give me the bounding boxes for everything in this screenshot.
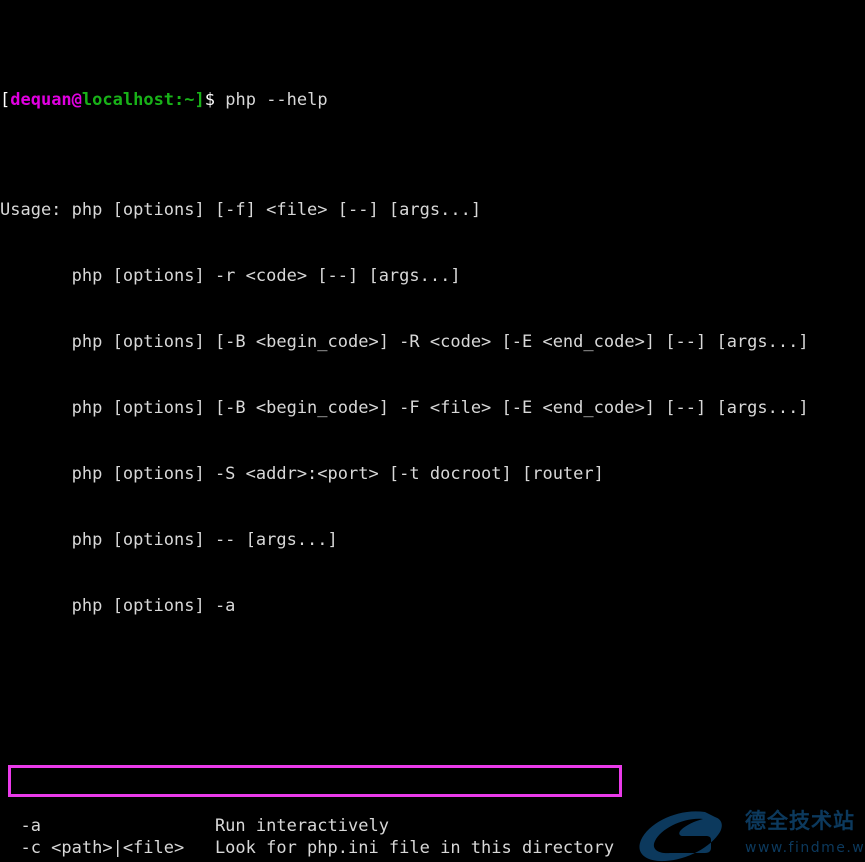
usage-synopsis: php [options] -S <addr>:<port> [-t docro… bbox=[71, 464, 604, 484]
options-list: -a Run interactively -c <path>|<file> Lo… bbox=[0, 815, 865, 862]
option-row: -a Run interactively bbox=[0, 815, 865, 837]
usage-line-2: php [options] [-B <begin_code>] -R <code… bbox=[0, 331, 865, 353]
usage-line-3: php [options] [-B <begin_code>] -F <file… bbox=[0, 397, 865, 419]
usage-indent bbox=[0, 266, 72, 286]
usage-indent bbox=[0, 530, 72, 550]
option-description: Look for php.ini file in this directory bbox=[214, 838, 615, 858]
terminal-window[interactable]: [dequan@localhost:~]$ php --help Usage: … bbox=[0, 0, 865, 862]
usage-synopsis: php [options] -r <code> [--] [args...] bbox=[71, 266, 461, 286]
usage-indent bbox=[0, 596, 72, 616]
usage-indent bbox=[0, 398, 72, 418]
option-row: -c <path>|<file> Look for php.ini file i… bbox=[0, 837, 865, 859]
usage-indent bbox=[0, 464, 72, 484]
prompt-sigil: $ bbox=[204, 90, 216, 110]
usage-synopsis: php [options] [-B <begin_code>] -R <code… bbox=[71, 332, 809, 352]
prompt-path: :~] bbox=[174, 90, 205, 110]
usage-synopsis: php [options] -- [args...] bbox=[71, 530, 338, 550]
option-flag: -a bbox=[0, 816, 215, 836]
usage-synopsis: php [options] [-B <begin_code>] -F <file… bbox=[71, 398, 809, 418]
prompt-hostname: localhost bbox=[81, 90, 175, 110]
usage-label: Usage: bbox=[0, 200, 72, 220]
option-flag: -c <path>|<file> bbox=[0, 838, 215, 858]
usage-line-1: php [options] -r <code> [--] [args...] bbox=[0, 265, 865, 287]
usage-line-6: php [options] -a bbox=[0, 595, 865, 617]
usage-synopsis: php [options] [-f] <file> [--] [args...] bbox=[71, 200, 482, 220]
shell-prompt-line: [dequan@localhost:~]$ php --help bbox=[0, 89, 865, 111]
usage-line-0: Usage: php [options] [-f] <file> [--] [a… bbox=[0, 199, 865, 221]
prompt-at-symbol: @ bbox=[71, 90, 82, 110]
usage-indent bbox=[0, 332, 72, 352]
usage-synopsis: php [options] -a bbox=[71, 596, 236, 616]
command-text: php --help bbox=[215, 90, 328, 110]
terminal-screen: [dequan@localhost:~]$ php --help Usage: … bbox=[0, 1, 865, 862]
usage-line-4: php [options] -S <addr>:<port> [-t docro… bbox=[0, 463, 865, 485]
usage-line-5: php [options] -- [args...] bbox=[0, 529, 865, 551]
prompt-bracket-open: [ bbox=[0, 90, 11, 110]
prompt-username: dequan bbox=[10, 90, 72, 110]
option-description: Run interactively bbox=[214, 816, 389, 836]
